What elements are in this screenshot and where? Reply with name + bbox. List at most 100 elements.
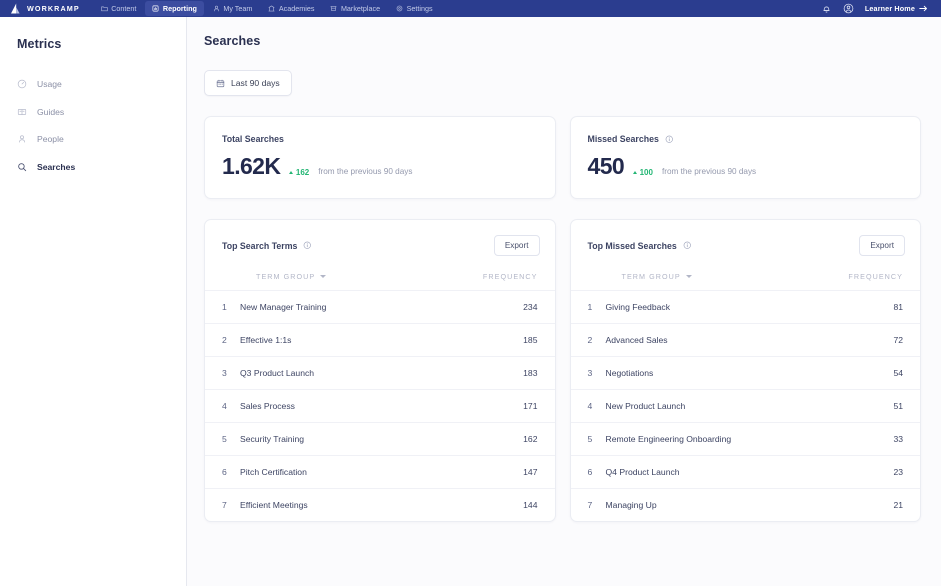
row-frequency: 23 — [893, 467, 903, 477]
sidebar-item-usage[interactable]: Usage — [0, 73, 186, 95]
learner-home-link[interactable]: Learner Home — [865, 4, 928, 13]
total-searches-label-row: Total Searches — [222, 134, 538, 144]
user-avatar-icon[interactable] — [843, 3, 854, 14]
main-content: Searches Last 90 days Total Searches 1.6… — [187, 17, 941, 586]
gear-icon — [396, 5, 403, 12]
table-row[interactable]: 6 Pitch Certification 147 — [205, 455, 555, 488]
missed-searches-label-row: Missed Searches — [588, 134, 904, 144]
nav-item-academies-label: Academies — [278, 4, 315, 13]
row-frequency: 183 — [523, 368, 538, 378]
export-button-missed-searches[interactable]: Export — [859, 235, 905, 256]
table-row[interactable]: 4 New Product Launch 51 — [570, 389, 920, 422]
caret-down-icon — [685, 275, 692, 278]
brand-logo[interactable]: WORKRAMP — [10, 3, 80, 14]
sidebar-item-guides[interactable]: Guides — [0, 101, 186, 123]
date-range-filter-label: Last 90 days — [231, 78, 280, 88]
nav-item-my-team[interactable]: My Team — [206, 1, 260, 16]
missed-searches-label: Missed Searches — [587, 134, 659, 144]
row-term: Remote Engineering Onboarding — [605, 434, 732, 444]
table-row[interactable]: 5 Remote Engineering Onboarding 33 — [570, 422, 920, 455]
bank-icon — [268, 5, 275, 12]
sidebar-item-people-label: People — [37, 134, 64, 144]
top-missed-searches-title-group: Top Missed Searches — [588, 241, 692, 251]
gauge-icon — [17, 79, 27, 89]
row-term: Effective 1:1s — [240, 335, 292, 345]
row-rank: 1 — [222, 302, 227, 312]
row-frequency: 72 — [893, 335, 903, 345]
total-searches-delta-value: 162 — [295, 168, 310, 177]
table-row[interactable]: 7 Efficient Meetings 144 — [205, 488, 555, 521]
missed-searches-delta: 100 — [633, 168, 653, 177]
row-term: Giving Feedback — [605, 302, 671, 312]
nav-item-settings[interactable]: Settings — [389, 1, 439, 16]
people-icon — [213, 5, 219, 12]
info-icon[interactable] — [665, 135, 674, 144]
nav-item-marketplace-label: Marketplace — [340, 4, 381, 13]
workramp-mountain-logo-icon — [11, 3, 20, 14]
nav-item-marketplace[interactable]: Marketplace — [323, 1, 387, 16]
row-rank: 5 — [587, 434, 593, 444]
column-header-term-group[interactable]: TERM GROUP — [588, 272, 692, 281]
column-header-frequency: FREQUENCY — [848, 272, 903, 281]
sidebar-item-searches[interactable]: Searches — [0, 156, 186, 178]
table-row[interactable]: 4 Sales Process 171 — [205, 389, 555, 422]
row-rank: 7 — [587, 500, 593, 510]
table-row[interactable]: 6 Q4 Product Launch 23 — [570, 455, 920, 488]
table-row[interactable]: 5 Security Training 162 — [205, 422, 555, 455]
sidebar-item-guides-label: Guides — [37, 106, 65, 117]
date-range-filter[interactable]: Last 90 days — [204, 70, 292, 96]
table-row[interactable]: 1 New Manager Training 234 — [205, 290, 555, 323]
row-term: Security Training — [240, 434, 305, 444]
row-term: New Product Launch — [605, 401, 686, 411]
top-search-terms-title: Top Search Terms — [222, 240, 298, 251]
top-missed-searches-header: Top Missed Searches Export — [571, 220, 921, 269]
search-icon — [18, 162, 27, 171]
bell-icon[interactable] — [821, 3, 832, 14]
top-search-terms-header: Top Search Terms Export — [205, 220, 555, 269]
table-row[interactable]: 2 Advanced Sales 72 — [570, 323, 920, 356]
row-frequency: 144 — [523, 500, 538, 510]
row-term: Q3 Product Launch — [240, 368, 315, 378]
calendar-icon — [216, 79, 225, 87]
table-row[interactable]: 3 Negotiations 54 — [570, 356, 920, 389]
table-row[interactable]: 1 Giving Feedback 81 — [570, 290, 920, 323]
row-term: Sales Process — [240, 401, 295, 411]
row-frequency: 21 — [893, 500, 903, 510]
row-frequency: 33 — [893, 434, 903, 444]
total-searches-label: Total Searches — [222, 134, 284, 144]
table-row[interactable]: 7 Managing Up 21 — [570, 488, 920, 521]
info-icon[interactable] — [303, 241, 312, 250]
column-header-frequency: FREQUENCY — [482, 272, 538, 281]
row-frequency: 185 — [523, 335, 538, 345]
nav-item-academies[interactable]: Academies — [261, 1, 321, 16]
row-term: Advanced Sales — [605, 335, 668, 345]
nav-item-content[interactable]: Content — [94, 1, 144, 16]
app-shell: Metrics Usage Guides People Searches Sea… — [0, 17, 941, 586]
table-row[interactable]: 3 Q3 Product Launch 183 — [205, 356, 555, 389]
total-searches-delta: 162 — [289, 168, 309, 177]
person-icon — [19, 135, 25, 143]
column-header-term-group-label: TERM GROUP — [256, 272, 316, 281]
row-term: New Manager Training — [240, 302, 327, 312]
column-header-term-group[interactable]: TERM GROUP — [222, 272, 327, 281]
top-missed-searches-column-headers: TERM GROUP FREQUENCY — [571, 269, 921, 290]
row-rank: 7 — [222, 500, 227, 510]
arrow-up-icon — [289, 171, 294, 174]
page-title: Searches — [204, 34, 261, 48]
row-rank: 1 — [587, 302, 593, 312]
export-button-search-terms[interactable]: Export — [493, 235, 540, 256]
nav-item-reporting[interactable]: Reporting — [145, 1, 204, 16]
total-searches-card: Total Searches 1.62K 162 from the previo… — [204, 116, 556, 199]
top-navigation-bar: WORKRAMP Content Reporting My Team Acade… — [0, 0, 941, 17]
info-icon[interactable] — [683, 241, 692, 250]
total-searches-value: 1.62K — [222, 153, 281, 179]
row-frequency: 162 — [523, 434, 538, 444]
missed-searches-value-row: 450 100 from the previous 90 days — [588, 155, 904, 178]
missed-searches-card: Missed Searches 450 100 from the previou… — [569, 116, 921, 199]
brand-name: WORKRAMP — [27, 4, 80, 13]
table-row[interactable]: 2 Effective 1:1s 185 — [205, 323, 555, 356]
sidebar-item-people[interactable]: People — [0, 128, 186, 150]
row-rank: 2 — [222, 335, 227, 345]
column-header-term-group-label: TERM GROUP — [621, 272, 681, 281]
row-frequency: 171 — [523, 401, 538, 411]
